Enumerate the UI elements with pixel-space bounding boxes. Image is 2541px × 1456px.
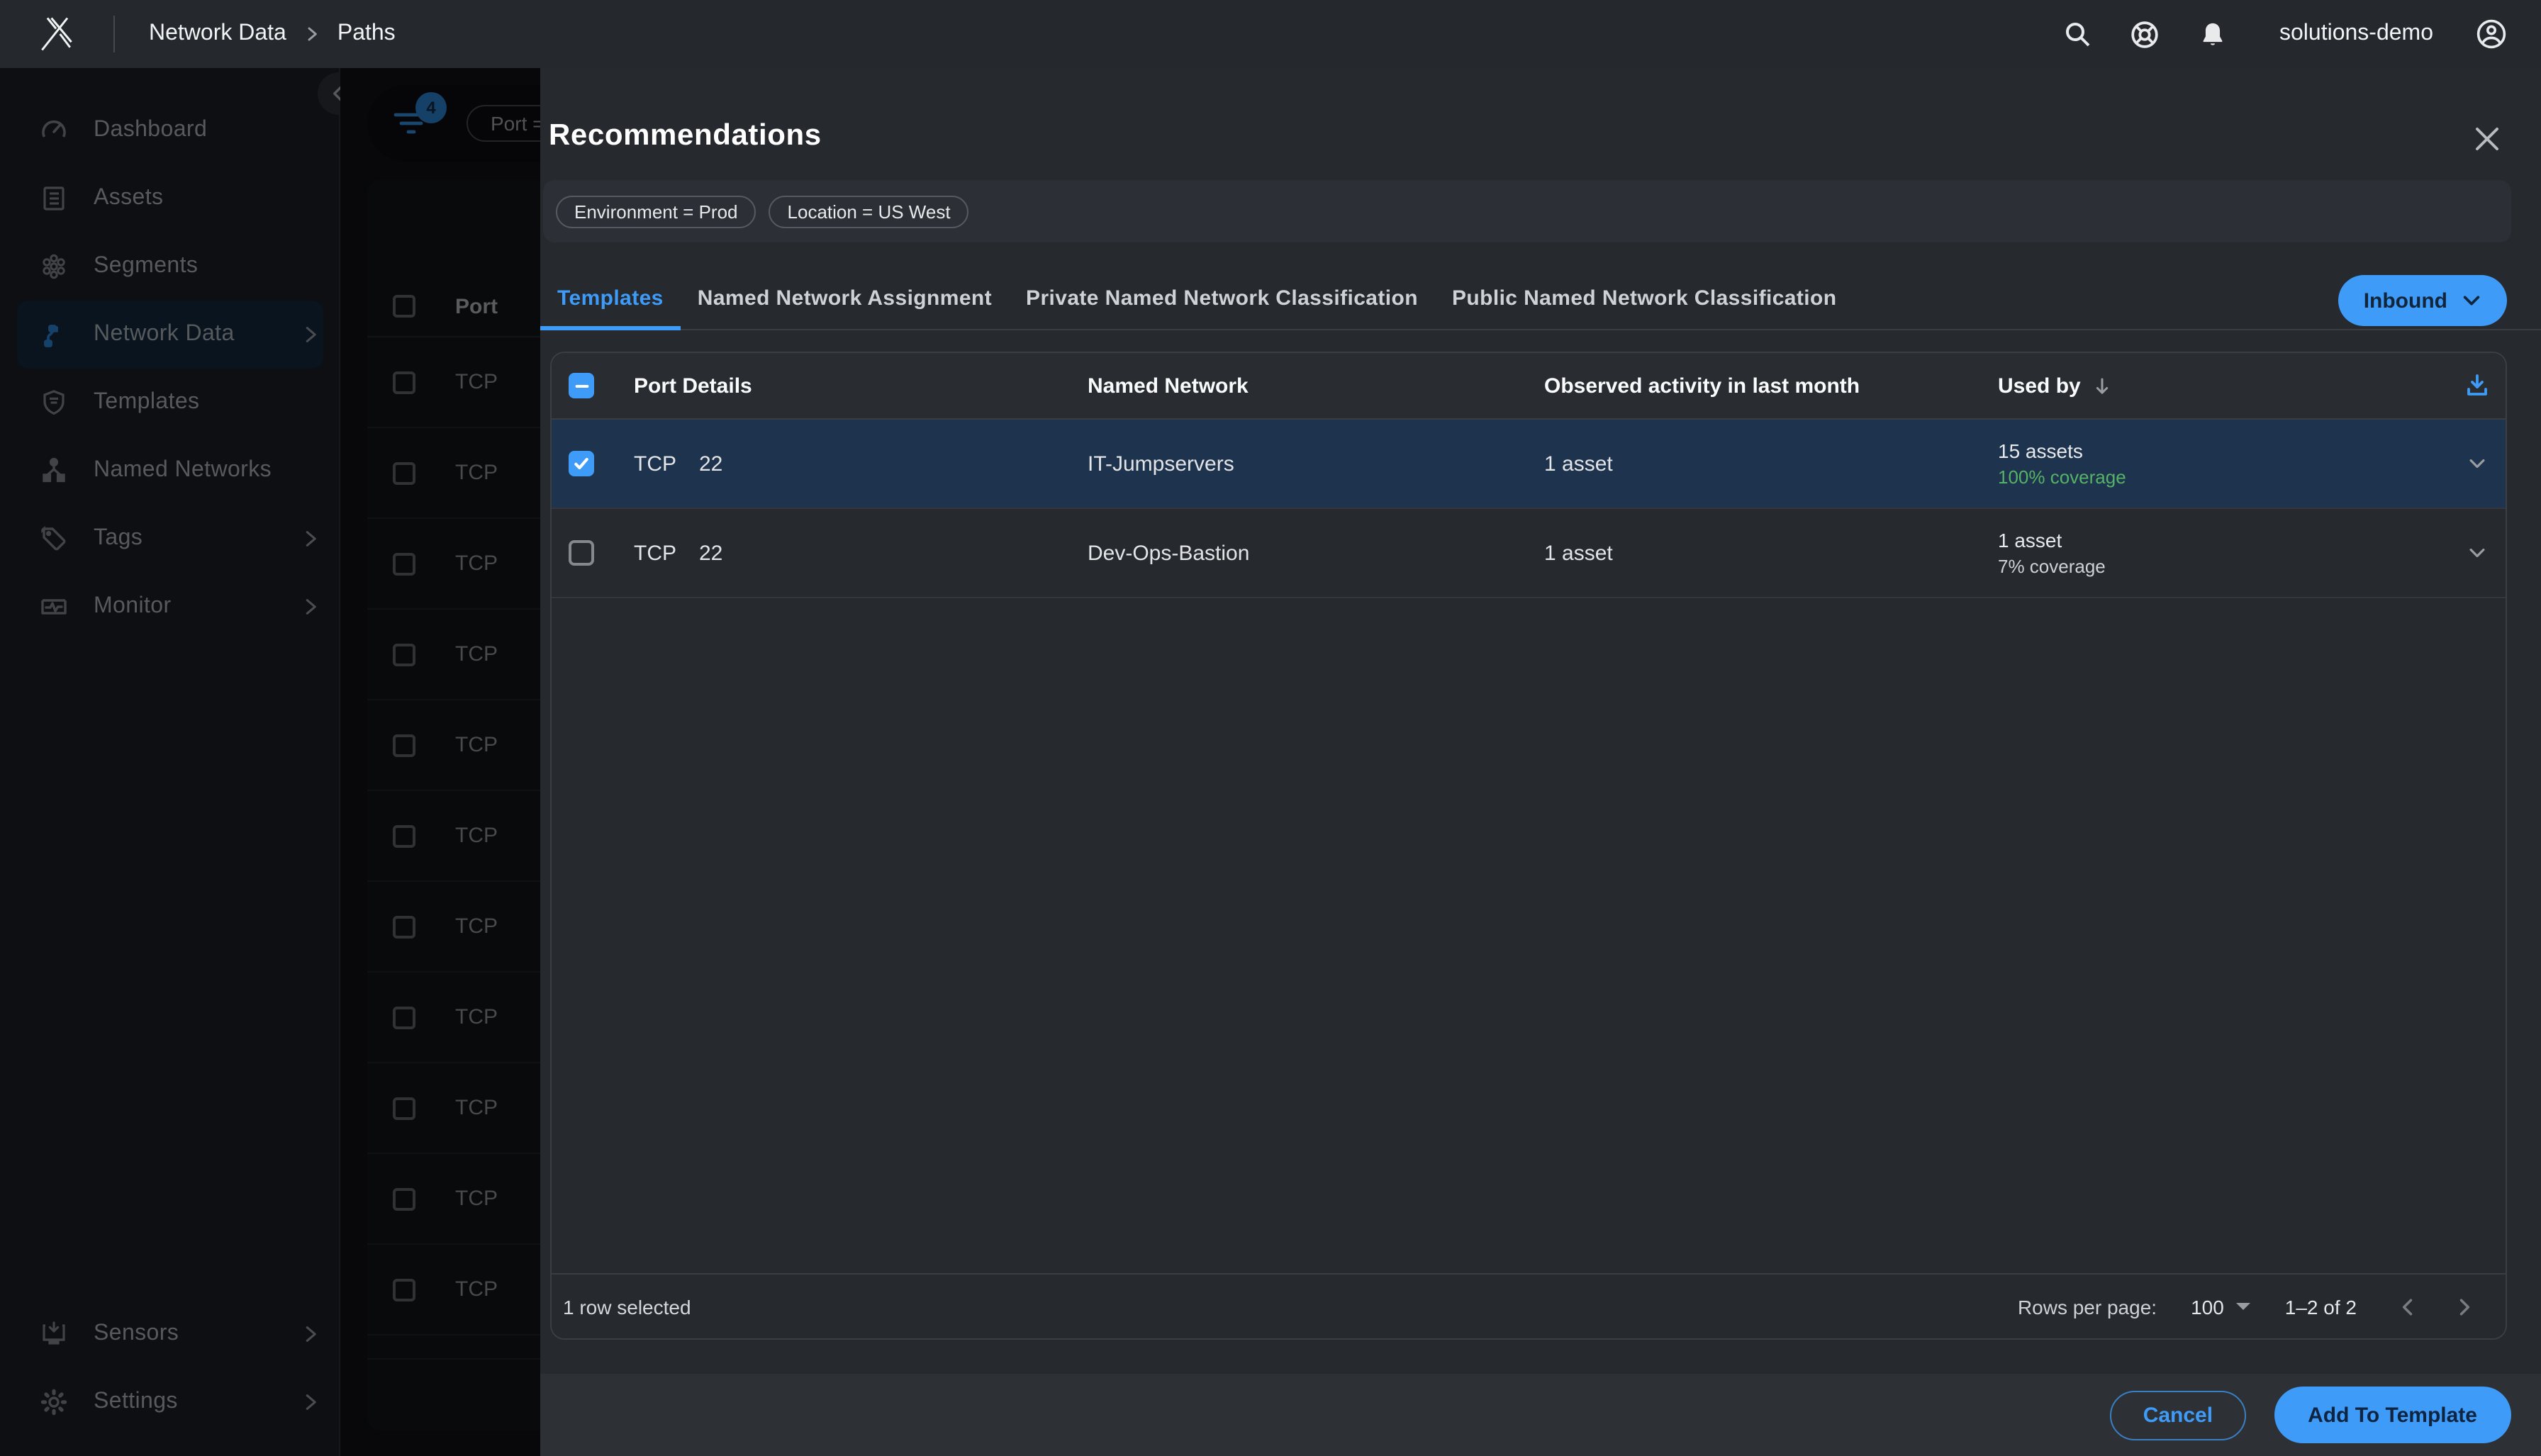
breadcrumb-page: Paths bbox=[337, 21, 396, 47]
download-icon[interactable] bbox=[2464, 373, 2489, 398]
app-logo[interactable] bbox=[0, 13, 113, 55]
tab-named-network-assignment[interactable]: Named Network Assignment bbox=[681, 267, 1009, 329]
help-button[interactable] bbox=[2121, 10, 2169, 58]
modal-filter-strip: Environment = Prod Location = US West bbox=[543, 180, 2511, 242]
rows-per-page-value: 100 bbox=[2191, 1295, 2224, 1318]
recommendation-row-dev-ops-bastion[interactable]: TCP 22 Dev-Ops-Bastion 1 asset 1 asset 7… bbox=[552, 509, 2506, 598]
cancel-button[interactable]: Cancel bbox=[2111, 1390, 2245, 1440]
protocol: TCP bbox=[634, 452, 676, 476]
account-circle-icon bbox=[2474, 17, 2508, 51]
selection-count: 1 row selected bbox=[563, 1295, 691, 1318]
column-observed-activity[interactable]: Observed activity in last month bbox=[1537, 374, 1991, 398]
check-icon bbox=[573, 455, 590, 472]
app-root: Network Data Paths solutio bbox=[0, 0, 2541, 1456]
breadcrumb-chevron-icon bbox=[303, 26, 320, 43]
chevron-left-icon bbox=[2396, 1295, 2419, 1318]
close-icon bbox=[2473, 125, 2501, 153]
topbar-right: solutions-demo bbox=[2053, 10, 2541, 58]
protocol: TCP bbox=[634, 541, 676, 565]
tab-public-named-network-classification[interactable]: Public Named Network Classification bbox=[1435, 267, 1854, 329]
pagination-nav bbox=[2391, 1289, 2481, 1323]
indeterminate-icon bbox=[574, 378, 589, 393]
previous-page-button[interactable] bbox=[2391, 1289, 2425, 1323]
breadcrumb: Network Data Paths bbox=[149, 21, 396, 47]
recommendations-table: Port Details Named Network Observed acti… bbox=[550, 352, 2507, 1340]
notifications-button[interactable] bbox=[2189, 10, 2237, 58]
expand-row-chevron-icon[interactable] bbox=[2465, 542, 2488, 564]
search-button[interactable] bbox=[2053, 10, 2101, 58]
pagination-controls: Rows per page: 100 1–2 of 2 bbox=[2018, 1289, 2481, 1323]
used-by-value: 1 asset bbox=[1998, 529, 2445, 551]
column-used-by[interactable]: Used by bbox=[1991, 374, 2445, 398]
next-page-button[interactable] bbox=[2447, 1289, 2481, 1323]
filter-chip-environment[interactable]: Environment = Prod bbox=[556, 195, 756, 228]
observed-activity-value: 1 asset bbox=[1537, 452, 1991, 476]
topbar-divider bbox=[113, 16, 115, 52]
chevron-right-icon bbox=[2453, 1295, 2476, 1318]
coverage-value: 100% coverage bbox=[1998, 466, 2445, 488]
port-number: 22 bbox=[699, 541, 722, 565]
row-checkbox-unchecked[interactable] bbox=[569, 540, 594, 566]
help-lifebuoy-icon bbox=[2130, 19, 2160, 49]
chevron-down-icon bbox=[2462, 291, 2481, 310]
tab-private-named-network-classification[interactable]: Private Named Network Classification bbox=[1009, 267, 1435, 329]
row-checkbox-checked[interactable] bbox=[569, 451, 594, 476]
modal-tabs: Templates Named Network Assignment Priva… bbox=[540, 267, 2541, 330]
recommendations-modal: Recommendations Environment = Prod Locat… bbox=[540, 68, 2541, 1456]
expand-row-chevron-icon[interactable] bbox=[2465, 452, 2488, 475]
rows-per-page-select[interactable]: 100 bbox=[2191, 1295, 2251, 1318]
modal-title: Recommendations bbox=[549, 119, 822, 153]
logo-icon bbox=[35, 13, 78, 55]
pagination-range: 1–2 of 2 bbox=[2285, 1295, 2357, 1318]
observed-activity-value: 1 asset bbox=[1537, 541, 1991, 565]
filter-chip-location[interactable]: Location = US West bbox=[769, 195, 969, 228]
direction-dropdown-button[interactable]: Inbound bbox=[2338, 275, 2507, 326]
modal-close-button[interactable] bbox=[2470, 122, 2504, 156]
direction-label: Inbound bbox=[2364, 289, 2447, 313]
modal-action-bar: Cancel Add To Template bbox=[540, 1374, 2541, 1456]
topbar: Network Data Paths solutio bbox=[0, 0, 2541, 68]
tab-templates[interactable]: Templates bbox=[540, 267, 681, 329]
bell-icon bbox=[2199, 21, 2226, 47]
table-footer: 1 row selected Rows per page: 100 1–2 of… bbox=[552, 1273, 2506, 1338]
select-caret-icon bbox=[2237, 1303, 2251, 1310]
rows-per-page-label: Rows per page: bbox=[2018, 1295, 2157, 1318]
add-to-template-button[interactable]: Add To Template bbox=[2274, 1387, 2511, 1443]
coverage-value: 7% coverage bbox=[1998, 556, 2445, 577]
account-button[interactable] bbox=[2467, 10, 2515, 58]
used-by-value: 15 assets bbox=[1998, 439, 2445, 462]
recommendations-table-header: Port Details Named Network Observed acti… bbox=[552, 353, 2506, 420]
select-all-checkbox-indeterminate[interactable] bbox=[569, 373, 594, 398]
used-by-label: Used by bbox=[1998, 374, 2081, 398]
named-network-value: IT-Jumpservers bbox=[1080, 452, 1537, 476]
username[interactable]: solutions-demo bbox=[2279, 21, 2433, 47]
recommendation-row-it-jumpservers[interactable]: TCP 22 IT-Jumpservers 1 asset 15 assets … bbox=[552, 420, 2506, 509]
breadcrumb-section[interactable]: Network Data bbox=[149, 21, 286, 47]
column-port-details[interactable]: Port Details bbox=[627, 374, 1080, 398]
search-icon bbox=[2062, 20, 2091, 48]
column-named-network[interactable]: Named Network bbox=[1080, 374, 1537, 398]
named-network-value: Dev-Ops-Bastion bbox=[1080, 541, 1537, 565]
port-number: 22 bbox=[699, 452, 722, 476]
sort-descending-icon bbox=[2092, 375, 2113, 396]
